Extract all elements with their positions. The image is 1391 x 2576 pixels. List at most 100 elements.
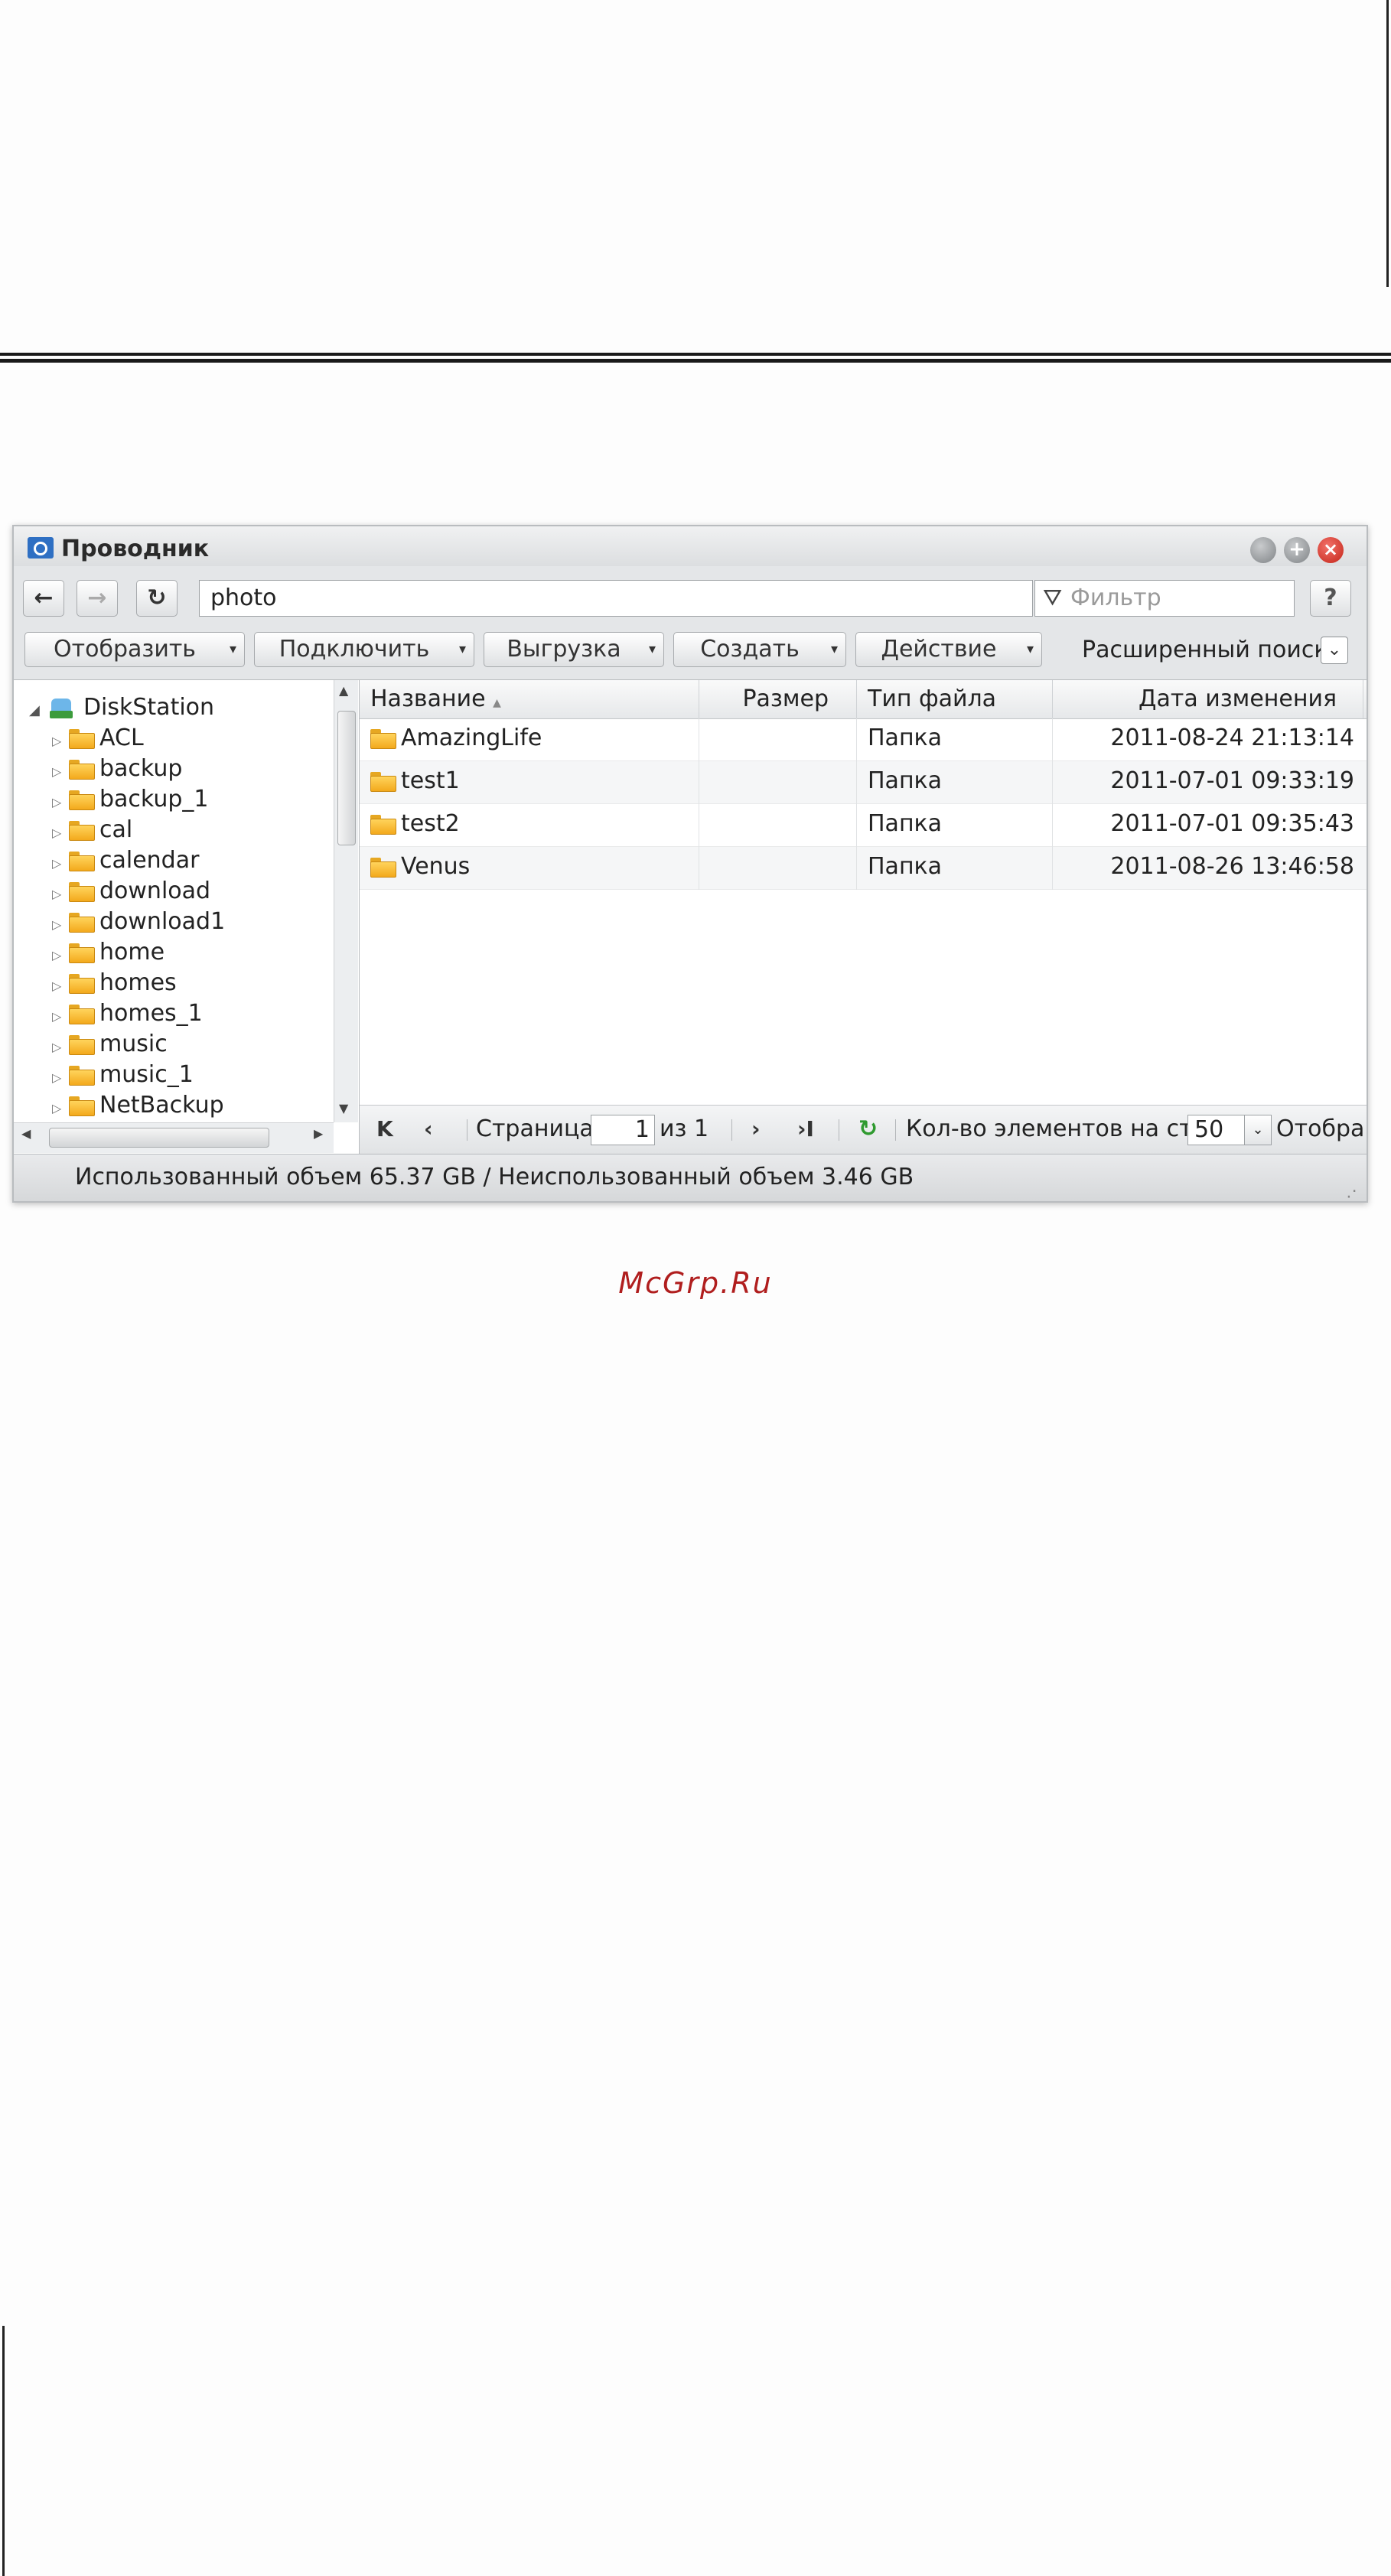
upload-menu-label: Выгрузка (507, 636, 621, 663)
table-row[interactable]: test1 Папка 2011-07-01 09:33:19 (360, 761, 1367, 804)
tree-collapsed-icon[interactable]: ▷ (52, 848, 69, 879)
tree-collapsed-icon[interactable]: ▷ (52, 940, 69, 971)
folder-icon (370, 771, 396, 792)
column-header-modified[interactable]: Дата изменения (1053, 680, 1363, 718)
tree-root-diskstation[interactable]: ◢ DiskStation (29, 692, 214, 723)
table-row[interactable]: Venus Папка 2011-08-26 13:46:58 (360, 847, 1367, 890)
scrollbar-thumb[interactable] (337, 711, 356, 845)
view-menu-button[interactable]: Отобразить ▾ (24, 632, 245, 667)
page-border-line (2, 2326, 5, 2576)
tree-collapsed-icon[interactable]: ▷ (52, 1001, 69, 1032)
path-field[interactable]: photo (199, 580, 1033, 617)
tree-expanded-icon[interactable]: ◢ (29, 702, 40, 718)
tree-item[interactable]: ▷ download (52, 876, 210, 907)
tree-item[interactable]: ▷ NetBackup (52, 1090, 224, 1121)
tree-item-label: backup (99, 755, 183, 782)
maximize-button[interactable]: + (1284, 537, 1310, 563)
column-header-size[interactable]: Размер (699, 680, 857, 718)
tree-collapsed-icon[interactable]: ▷ (52, 1063, 69, 1093)
mount-menu-button[interactable]: Подключить ▾ (254, 632, 474, 667)
scroll-down-icon[interactable]: ▼ (339, 1101, 348, 1115)
tree-collapsed-icon[interactable]: ▷ (52, 879, 69, 910)
page-count-label: из 1 (660, 1115, 709, 1142)
upload-menu-button[interactable]: Выгрузка ▾ (484, 632, 664, 667)
tree-collapsed-icon[interactable]: ▷ (52, 910, 69, 940)
folder-tree: ◢ DiskStation ▷ ACL ▷ backup ▷ backup_1 ▷ ca… (14, 679, 360, 1154)
separator (731, 1119, 732, 1141)
expand-icon[interactable]: ⌄ (1321, 637, 1348, 664)
folder-icon (69, 943, 95, 963)
scrollbar-thumb[interactable] (49, 1128, 269, 1148)
refresh-icon[interactable]: ↻ (858, 1106, 878, 1153)
file-modified-cell: 2011-08-24 21:13:14 (1110, 725, 1354, 751)
tree-item[interactable]: ▷ home (52, 937, 165, 968)
file-type-cell: Папка (857, 847, 1053, 890)
tree-collapsed-icon[interactable]: ▷ (52, 971, 69, 1001)
tree-item[interactable]: ▷ music (52, 1029, 168, 1060)
filter-input[interactable]: ⛛ Фильтр (1034, 580, 1295, 617)
file-type-cell: Папка (857, 804, 1053, 847)
tree-collapsed-icon[interactable]: ▷ (52, 787, 69, 818)
chevron-down-icon[interactable]: ⌄ (1244, 1115, 1271, 1145)
tree-item[interactable]: ▷ cal (52, 815, 132, 845)
folder-icon (69, 881, 95, 902)
tree-collapsed-icon[interactable]: ▷ (52, 1093, 69, 1124)
file-name: Venus (401, 853, 471, 880)
items-per-page-select[interactable]: 50 ⌄ (1187, 1115, 1272, 1145)
forward-button[interactable]: → (77, 580, 118, 617)
folder-icon (69, 1004, 95, 1024)
file-size-cell (699, 718, 857, 761)
table-row[interactable]: AmazingLife Папка 2011-08-24 21:13:14 (360, 718, 1367, 761)
advanced-search-link[interactable]: Расширенный поиск (1082, 633, 1327, 667)
sort-ascending-icon: ▲ (493, 697, 501, 709)
page-number-input[interactable]: 1 (591, 1115, 655, 1145)
tree-item[interactable]: ▷ calendar (52, 845, 199, 876)
tree-collapsed-icon[interactable]: ▷ (52, 1032, 69, 1063)
help-button[interactable]: ? (1310, 580, 1351, 617)
first-page-button[interactable]: K (376, 1106, 393, 1153)
minimize-button[interactable] (1250, 537, 1276, 563)
tree-vertical-scrollbar[interactable]: ▲ ▼ (334, 680, 358, 1122)
tree-horizontal-scrollbar[interactable]: ◀ ▶ (14, 1122, 334, 1153)
last-page-button[interactable]: ›I (797, 1106, 814, 1153)
column-header-name[interactable]: Название ▲ (360, 680, 699, 718)
tree-item[interactable]: ▷ backup_1 (52, 784, 209, 815)
tree-item-label: home (99, 939, 165, 966)
close-button[interactable]: × (1318, 537, 1344, 563)
file-modified-cell: 2011-07-01 09:33:19 (1110, 767, 1354, 794)
tree-collapsed-icon[interactable]: ▷ (52, 726, 69, 757)
resize-grip-icon[interactable]: ⋰ (1341, 1174, 1357, 1201)
file-name-cell: test2 (360, 804, 699, 847)
table-row[interactable]: test2 Папка 2011-07-01 09:35:43 (360, 804, 1367, 847)
page-label: Страница (476, 1115, 594, 1142)
column-header-label: Название (370, 686, 486, 712)
tree-root-label: DiskStation (83, 694, 215, 721)
view-menu-label: Отобразить (54, 636, 196, 663)
back-button[interactable]: ← (23, 580, 64, 617)
file-modified-cell: 2011-08-26 13:46:58 (1110, 853, 1354, 880)
tree-item[interactable]: ▷ homes_1 (52, 998, 203, 1029)
file-modified-cell: 2011-07-01 09:35:43 (1110, 810, 1354, 837)
scroll-right-icon[interactable]: ▶ (314, 1126, 323, 1141)
tree-item[interactable]: ▷ download1 (52, 907, 225, 937)
scroll-left-icon[interactable]: ◀ (21, 1126, 31, 1141)
tree-item[interactable]: ▷ music_1 (52, 1060, 194, 1090)
tree-item-label: cal (99, 816, 133, 843)
create-menu-button[interactable]: Создать ▾ (673, 632, 846, 667)
folder-icon (69, 851, 95, 871)
column-header-type[interactable]: Тип файла (857, 680, 1053, 718)
tree-item[interactable]: ▷ backup (52, 754, 182, 784)
scroll-up-icon[interactable]: ▲ (339, 683, 348, 698)
tree-collapsed-icon[interactable]: ▷ (52, 757, 69, 787)
previous-page-button[interactable]: ‹ (424, 1106, 433, 1153)
tree-item[interactable]: ▷ ACL (52, 723, 144, 754)
tree-item[interactable]: ▷ homes (52, 968, 177, 998)
next-page-button[interactable]: › (751, 1106, 761, 1153)
action-menu-button[interactable]: Действие ▾ (855, 632, 1042, 667)
chevron-down-icon: ▾ (1026, 641, 1034, 657)
title-bar[interactable]: Проводник + × (14, 526, 1367, 566)
refresh-button[interactable]: ↻ (136, 580, 178, 617)
filter-icon: ⛛ (1043, 585, 1063, 611)
tree-item-label: download1 (99, 908, 226, 935)
tree-collapsed-icon[interactable]: ▷ (52, 818, 69, 848)
